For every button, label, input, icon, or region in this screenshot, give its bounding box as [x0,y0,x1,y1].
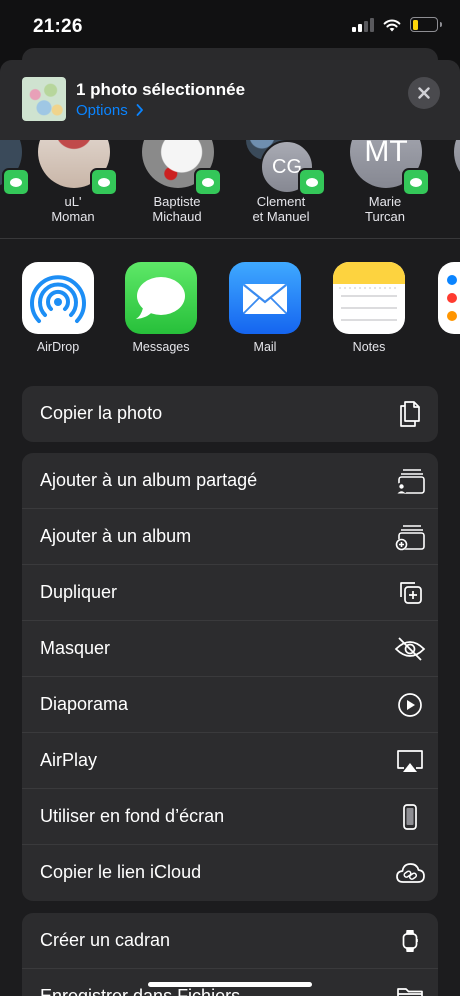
action-label: Utiliser en fond d’écran [40,806,225,826]
action-label: Enregistrer dans Fichiers [40,986,241,996]
action-group-photo: Ajouter à un album partagé Ajouter à un … [22,453,438,901]
cellular-signal-icon [352,17,374,32]
copy-icon [400,401,420,427]
chevron-right-icon [136,104,143,116]
action-hide[interactable]: Masquer [22,621,438,677]
messages-icon [125,262,197,334]
action-copy-photo[interactable]: Copier la photo [22,386,438,442]
messages-badge-icon [402,168,430,196]
share-sheet-header: 1 photo sélectionnée Options [0,60,460,140]
messages-badge-icon [194,168,222,196]
suggested-contacts-row: uL' Moman Baptiste Michaud CG Clement et… [0,116,460,238]
share-sheet: 1 photo sélectionnée Options uL' Moman B… [0,60,460,996]
wifi-icon [383,19,401,31]
action-label: AirPlay [40,750,98,770]
photo-thumbnail [22,77,66,121]
action-add-shared-album[interactable]: Ajouter à un album partagé [22,453,438,509]
messages-badge-icon [90,168,118,196]
app-label: AirDrop [36,340,80,354]
action-wallpaper[interactable]: Utiliser en fond d’écran [22,789,438,845]
notes-icon [333,262,405,334]
watch-icon [402,930,418,952]
action-label: Ajouter à un album partagé [40,470,258,490]
add-album-icon [395,525,425,551]
options-label: Options [76,102,128,119]
play-icon [398,693,422,717]
app-row: AirDrop Messages Mail Notes [0,262,460,362]
phone-icon [403,804,417,830]
contact-name: Marie Turcan [365,194,405,224]
options-link[interactable]: Options [76,102,144,119]
app-label: Mail [253,340,277,354]
action-label: Dupliquer [40,582,118,602]
contact-name: uL' Moman [51,194,95,224]
action-label: Diaporama [40,694,129,714]
action-copy-icloud-link[interactable]: Copier le lien iCloud [22,845,438,901]
folder-icon [397,988,423,996]
action-slideshow[interactable]: Diaporama [22,677,438,733]
action-add-album[interactable]: Ajouter à un album [22,509,438,565]
contact-name: Baptiste Michaud [152,194,202,224]
avatar-initials: MT [364,135,408,168]
messages-badge-icon [298,168,326,196]
reminders-icon [438,262,460,334]
contact-name: Clement et Manuel [252,194,310,224]
selection-title: 1 photo sélectionnée [76,80,246,99]
shared-album-icon [395,469,425,495]
airplay-icon [397,750,423,772]
divider [0,238,460,239]
close-icon [418,87,430,99]
status-bar: 21:26 [0,0,460,54]
hide-icon [394,637,426,661]
close-button[interactable] [408,77,440,109]
mail-icon [229,262,301,334]
action-create-watch-face[interactable]: Créer un cadran [22,913,438,969]
action-label: Copier le lien iCloud [40,862,202,882]
home-indicator[interactable] [148,982,312,987]
status-icons [352,17,442,32]
battery-icon [410,17,442,32]
action-label: Créer un cadran [40,930,171,950]
action-label: Copier la photo [40,403,163,423]
status-time: 21:26 [33,16,83,37]
airdrop-icon [22,262,94,334]
icloud-link-icon [396,863,425,883]
app-label: Notes [352,340,386,354]
action-label: Ajouter à un album [40,526,192,546]
action-label: Masquer [40,638,111,658]
action-duplicate[interactable]: Dupliquer [22,565,438,621]
app-label: Messages [132,340,190,354]
action-group-copy: Copier la photo [22,386,438,442]
messages-badge-icon [2,168,30,196]
duplicate-icon [400,582,422,604]
action-airplay[interactable]: AirPlay [22,733,438,789]
